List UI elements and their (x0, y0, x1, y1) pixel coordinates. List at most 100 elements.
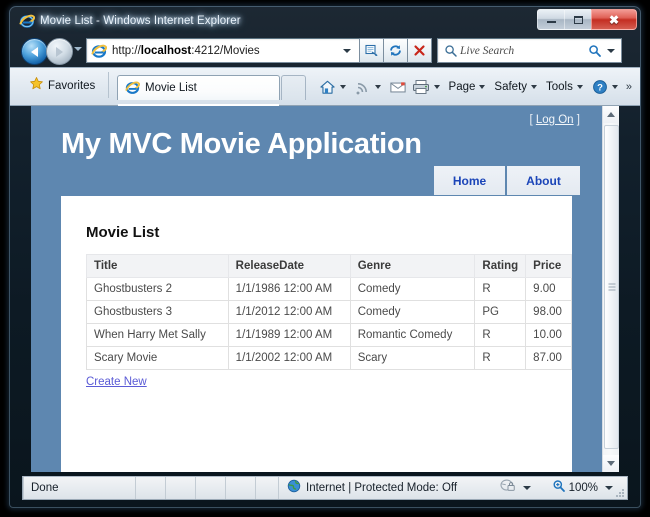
table-row: Ghostbusters 3 1/1/2012 12:00 AM Comedy … (86, 300, 572, 324)
forward-button[interactable] (46, 38, 73, 65)
page-viewport: [ Log On ] My MVC Movie Application Home… (31, 106, 619, 472)
compatibility-view-button[interactable] (360, 38, 384, 63)
privacy-settings-button[interactable] (500, 478, 531, 498)
tools-menu[interactable]: Tools (544, 75, 588, 99)
close-button[interactable]: ✖ (591, 9, 637, 30)
zoom-magnifier-icon (552, 479, 566, 498)
nav-item-about[interactable]: About (507, 166, 580, 195)
home-dropdown-icon[interactable] (339, 85, 346, 89)
compatibility-view-icon (365, 44, 378, 56)
printer-icon (412, 80, 429, 94)
page-menu[interactable]: Page (447, 75, 491, 99)
cell-price: 98.00 (525, 300, 572, 324)
favorites-label: Favorites (48, 80, 96, 92)
main-content-card: Movie List Title ReleaseDate Genre Ratin… (61, 196, 572, 472)
internet-zone-icon (287, 479, 301, 498)
search-icon (444, 44, 458, 63)
tab-movie-list[interactable]: Movie List (117, 75, 280, 100)
scroll-up-button[interactable] (603, 106, 619, 123)
scroll-up-icon (607, 112, 615, 117)
table-row: When Harry Met Sally 1/1/1989 12:00 AM R… (86, 323, 572, 347)
address-bar-url: http://localhost:4212/Movies (112, 45, 260, 57)
maximize-button[interactable] (564, 9, 591, 30)
help-menu[interactable]: ? (590, 75, 623, 99)
safety-dropdown-icon (531, 85, 538, 89)
mail-icon (389, 81, 406, 92)
resize-grip[interactable] (616, 489, 624, 497)
scroll-down-button[interactable] (603, 455, 619, 472)
title-bar: Movie List - Windows Internet Explorer ✖ (10, 7, 640, 34)
address-bar[interactable]: http://localhost:4212/Movies (86, 38, 360, 63)
back-button[interactable] (21, 38, 48, 65)
forward-arrow-icon (56, 46, 63, 57)
cell-releasedate: 1/1/1989 12:00 AM (227, 323, 351, 347)
address-toolbar: http://localhost:4212/Movies Live Search (10, 34, 640, 67)
read-mail-button[interactable] (388, 75, 408, 99)
page-dropdown-icon (479, 85, 486, 89)
window-title: Movie List - Windows Internet Explorer (40, 15, 241, 27)
zoom-level-label: 100% (568, 482, 598, 494)
cell-releasedate: 1/1/2002 12:00 AM (227, 346, 351, 370)
cell-price: 87.00 (525, 346, 572, 370)
cell-genre: Comedy (349, 277, 476, 301)
favorites-button[interactable]: Favorites (21, 73, 103, 99)
new-tab-button[interactable] (281, 75, 306, 100)
feeds-button[interactable] (353, 75, 386, 99)
status-divider (255, 477, 256, 499)
cell-title: Scary Movie (86, 346, 229, 370)
home-button[interactable] (317, 75, 351, 99)
log-on-open-bracket: [ (529, 114, 533, 126)
command-bar-overflow-icon[interactable]: » (626, 81, 632, 93)
tab-bar: Favorites Movie List Page Safety Tools ?… (10, 67, 640, 106)
cell-rating: R (474, 346, 527, 370)
vertical-scrollbar[interactable] (602, 106, 619, 472)
recent-pages-dropdown-icon[interactable] (74, 47, 82, 51)
safety-menu[interactable]: Safety (492, 75, 542, 99)
scrollbar-thumb[interactable] (604, 125, 619, 449)
cell-genre: Comedy (349, 300, 476, 324)
search-input[interactable]: Live Search (437, 38, 622, 63)
log-on-link[interactable]: Log On (536, 114, 574, 126)
cell-rating: R (474, 323, 527, 347)
rss-feed-icon (356, 83, 367, 95)
print-button[interactable] (410, 75, 445, 99)
status-text: Done (31, 482, 59, 494)
zoom-control[interactable]: 100% (552, 479, 613, 498)
movie-table: Title ReleaseDate Genre Rating Price Gho… (86, 254, 572, 370)
cell-rating: R (474, 277, 527, 301)
window-controls: ✖ (537, 9, 637, 30)
status-divider (135, 477, 136, 499)
print-dropdown-icon[interactable] (433, 85, 440, 89)
create-new-link[interactable]: Create New (86, 376, 147, 388)
address-dropdown-icon[interactable] (343, 49, 351, 53)
minimize-icon (546, 21, 556, 23)
search-provider-dropdown-icon[interactable] (607, 49, 615, 53)
table-header-row: Title ReleaseDate Genre Rating Price (86, 254, 572, 278)
maximize-icon (573, 15, 583, 24)
search-go-icon[interactable] (588, 44, 602, 63)
security-zone[interactable]: Internet | Protected Mode: Off (287, 479, 457, 498)
url-host: localhost (140, 44, 192, 57)
nav-item-home[interactable]: Home (434, 166, 507, 195)
refresh-button[interactable] (384, 38, 408, 63)
security-zone-label: Internet | Protected Mode: Off (306, 482, 458, 494)
help-dropdown-icon (611, 85, 618, 89)
column-header-genre: Genre (349, 254, 476, 278)
stop-x-icon (414, 45, 425, 56)
tools-dropdown-icon (576, 85, 583, 89)
close-icon: ✖ (608, 12, 620, 27)
feeds-dropdown-icon[interactable] (374, 85, 381, 89)
toolbar-divider (108, 72, 109, 98)
stop-button[interactable] (408, 38, 432, 63)
privacy-lock-icon (500, 478, 516, 498)
minimize-button[interactable] (537, 9, 564, 30)
cell-genre: Romantic Comedy (349, 323, 476, 347)
cell-title: Ghostbusters 3 (86, 300, 229, 324)
log-on-close-bracket: ] (576, 114, 580, 126)
title-bar-content: Movie List - Windows Internet Explorer (19, 12, 241, 30)
cell-rating: PG (474, 300, 527, 324)
privacy-dropdown-icon (523, 486, 531, 490)
refresh-icon (390, 45, 401, 56)
status-divider (278, 477, 279, 499)
cell-price: 9.00 (525, 277, 572, 301)
